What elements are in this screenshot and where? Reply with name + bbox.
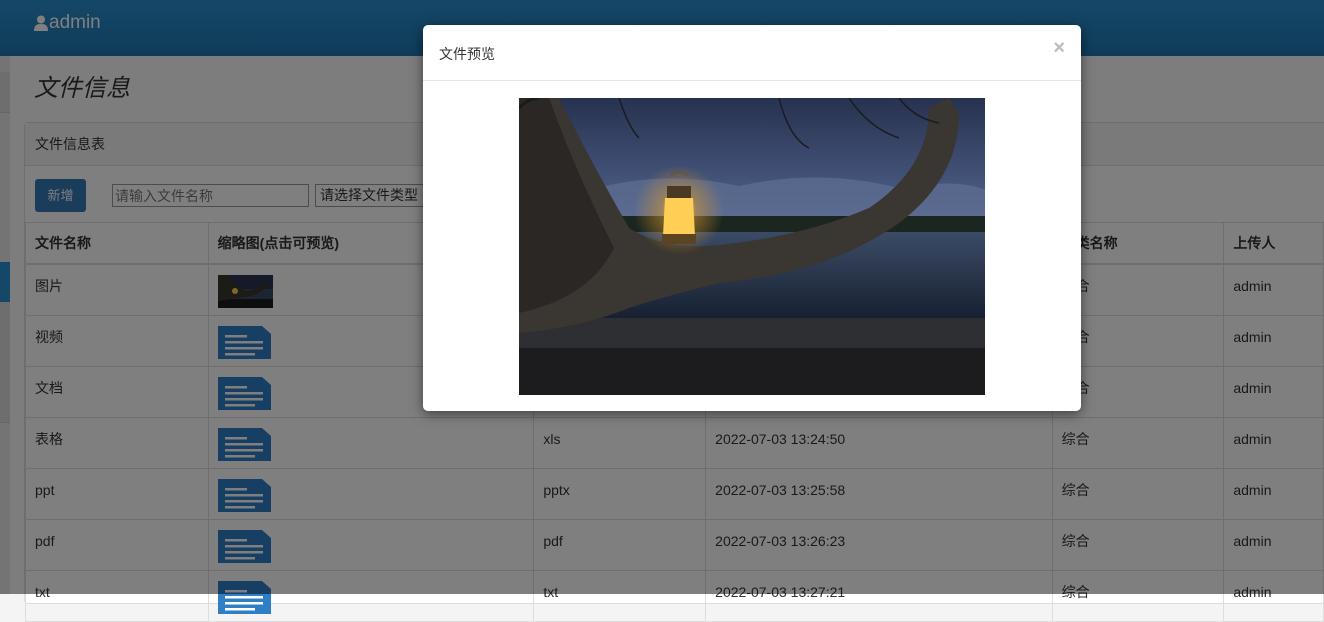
- lantern-photo: [517, 96, 985, 395]
- modal-header: 文件预览 ×: [423, 25, 1081, 81]
- close-icon[interactable]: ×: [1053, 37, 1065, 60]
- modal-title: 文件预览: [439, 46, 495, 62]
- file-preview-modal: 文件预览 ×: [423, 25, 1081, 411]
- preview-image: [517, 96, 985, 395]
